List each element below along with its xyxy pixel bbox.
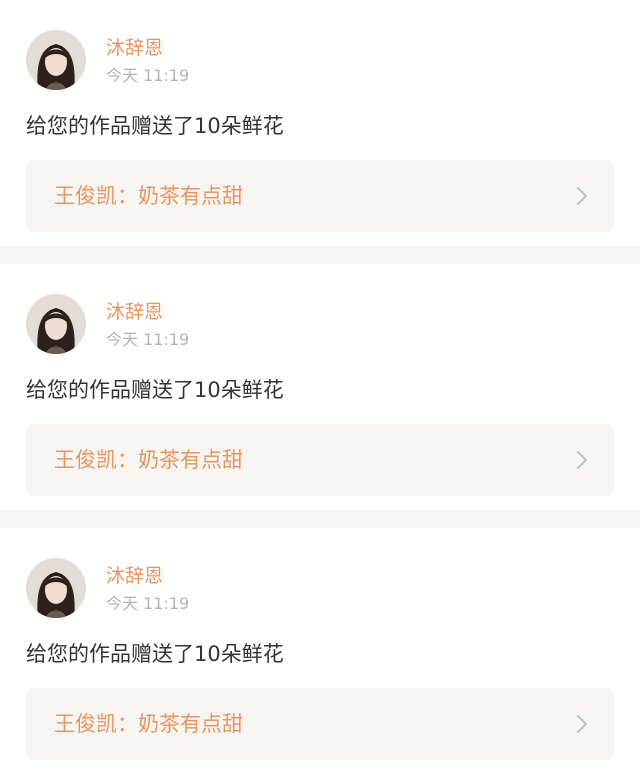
user-avatar[interactable]: [26, 30, 86, 90]
work-link[interactable]: 王俊凯：奶茶有点甜: [26, 424, 614, 496]
work-title: 王俊凯：奶茶有点甜: [54, 712, 243, 736]
user-avatar[interactable]: [26, 558, 86, 618]
chevron-right-icon: [576, 185, 588, 207]
chevron-right-icon: [576, 449, 588, 471]
work-link[interactable]: 王俊凯：奶茶有点甜: [26, 688, 614, 760]
timestamp: 今天 11:19: [106, 594, 190, 613]
notification-card: 沐辞恩 今天 11:19 给您的作品赠送了10朵鲜花 王俊凯：奶茶有点甜: [0, 528, 640, 772]
notification-feed: 沐辞恩 今天 11:19 给您的作品赠送了10朵鲜花 王俊凯：奶茶有点甜 沐辞恩…: [0, 0, 640, 772]
work-link[interactable]: 王俊凯：奶茶有点甜: [26, 160, 614, 232]
notification-card: 沐辞恩 今天 11:19 给您的作品赠送了10朵鲜花 王俊凯：奶茶有点甜: [0, 0, 640, 246]
work-title: 王俊凯：奶茶有点甜: [54, 184, 243, 208]
username[interactable]: 沐辞恩: [106, 300, 163, 324]
user-avatar[interactable]: [26, 294, 86, 354]
timestamp: 今天 11:19: [106, 66, 190, 85]
gift-message: 给您的作品赠送了10朵鲜花: [26, 642, 284, 666]
timestamp: 今天 11:19: [106, 330, 190, 349]
work-title: 王俊凯：奶茶有点甜: [54, 448, 243, 472]
username[interactable]: 沐辞恩: [106, 36, 163, 60]
gift-message: 给您的作品赠送了10朵鲜花: [26, 378, 284, 402]
username[interactable]: 沐辞恩: [106, 564, 163, 588]
chevron-right-icon: [576, 713, 588, 735]
notification-card: 沐辞恩 今天 11:19 给您的作品赠送了10朵鲜花 王俊凯：奶茶有点甜: [0, 264, 640, 510]
gift-message: 给您的作品赠送了10朵鲜花: [26, 114, 284, 138]
